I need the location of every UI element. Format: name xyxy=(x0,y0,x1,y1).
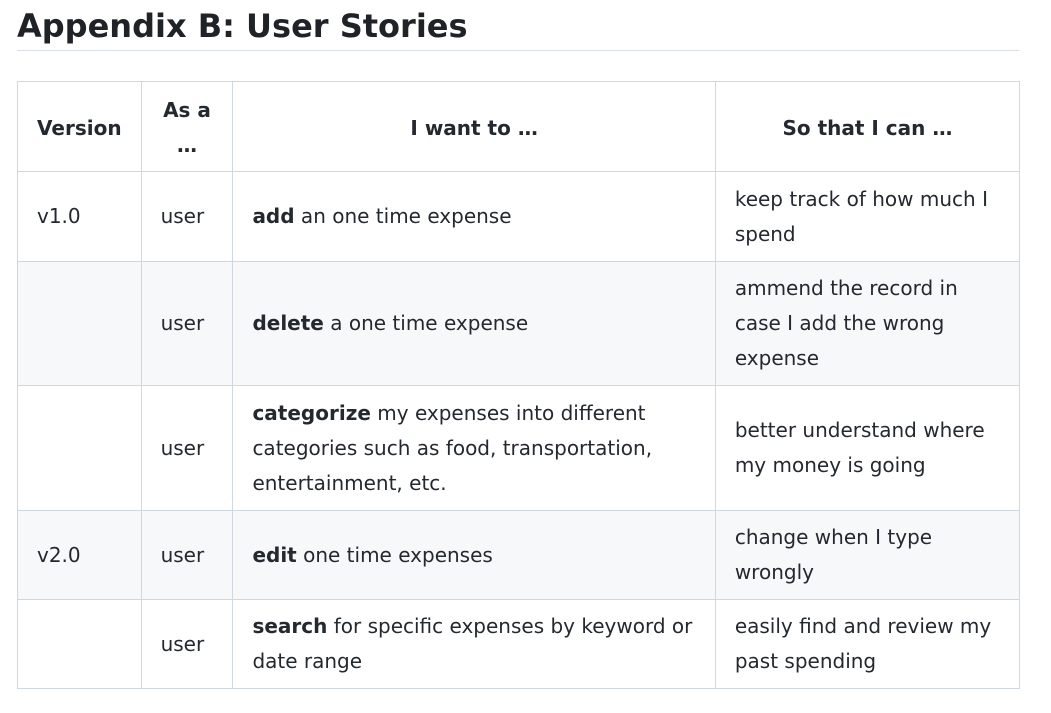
want-cell: edit one time expenses xyxy=(232,510,716,600)
table-row: user delete a one time expense ammend th… xyxy=(17,261,1021,386)
page-title: Appendix B: User Stories xyxy=(17,0,1019,51)
role-cell: user xyxy=(140,599,234,689)
role-cell: user xyxy=(140,171,234,262)
version-cell xyxy=(17,261,142,386)
action-keyword: edit xyxy=(252,542,297,567)
want-cell: search for specific expenses by keyword … xyxy=(232,599,716,689)
so-that-cell: ammend the record in case I add the wron… xyxy=(714,261,1021,386)
want-text: a one time expense xyxy=(323,311,529,335)
action-keyword: search xyxy=(252,614,328,638)
table-row: user search for specific expenses by key… xyxy=(17,599,1021,689)
so-that-cell: easily find and review my past spending xyxy=(714,599,1021,689)
header-version: Version xyxy=(17,81,142,172)
version-cell xyxy=(17,599,142,689)
header-i-want-to: I want to … xyxy=(232,81,716,172)
version-cell: v2.0 xyxy=(17,510,142,600)
so-that-cell: keep track of how much I spend xyxy=(714,171,1021,262)
action-keyword: categorize xyxy=(252,400,371,425)
table-header-row: Version As a … I want to … So that I can… xyxy=(17,81,1021,172)
document: Appendix B: User Stories Version As a … … xyxy=(17,0,1021,689)
table-row: v2.0 user edit one time expenses change … xyxy=(17,510,1021,600)
want-text: an one time expense xyxy=(294,204,512,228)
role-cell: user xyxy=(140,261,234,386)
want-text: one time expenses xyxy=(296,542,493,567)
want-cell: categorize my expenses into different ca… xyxy=(232,385,716,511)
action-keyword: add xyxy=(252,204,295,228)
role-cell: user xyxy=(140,510,234,600)
version-cell xyxy=(17,385,142,511)
table-row: user categorize my expenses into differe… xyxy=(17,385,1021,511)
header-as-a: As a … xyxy=(140,81,234,172)
table-row: v1.0 user add an one time expense keep t… xyxy=(17,171,1021,262)
version-cell: v1.0 xyxy=(17,171,142,262)
role-cell: user xyxy=(140,385,234,511)
action-keyword: delete xyxy=(252,311,324,335)
header-so-that-i-can: So that I can … xyxy=(714,81,1021,172)
so-that-cell: better understand where my money is goin… xyxy=(714,385,1021,511)
so-that-cell: change when I type wrongly xyxy=(714,510,1021,600)
want-cell: add an one time expense xyxy=(232,171,716,262)
user-stories-table: Version As a … I want to … So that I can… xyxy=(17,81,1021,689)
want-cell: delete a one time expense xyxy=(232,261,716,386)
